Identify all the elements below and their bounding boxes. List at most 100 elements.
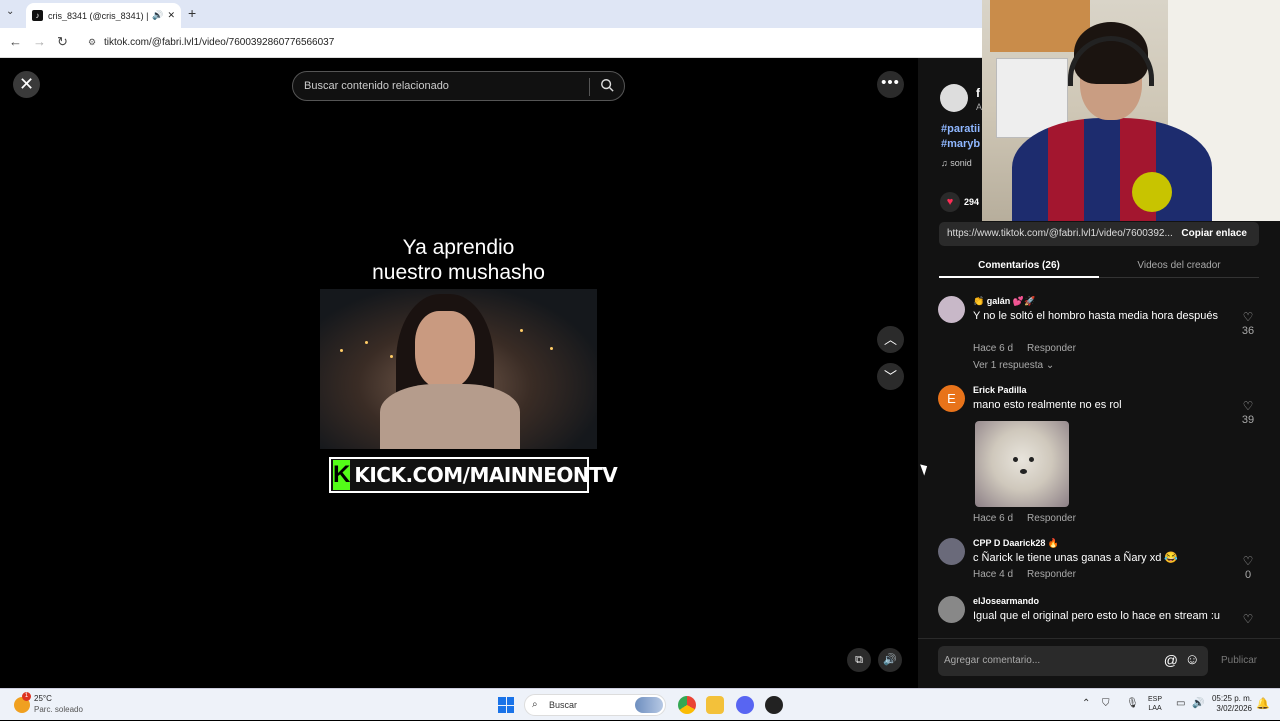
comment-item: CPP D Daarick28 🔥 c Ñarick le tiene unas…: [938, 538, 1258, 588]
volume-icon[interactable]: 🔊: [878, 648, 902, 672]
heart-outline-icon[interactable]: ♡: [1243, 399, 1254, 413]
comment-like-count: 36: [1241, 325, 1255, 337]
tab-list-icon[interactable]: ⌄: [6, 6, 14, 17]
comment-like[interactable]: ♡ 39: [1238, 399, 1258, 426]
hashtag-2[interactable]: #maryb: [941, 138, 980, 150]
url-text: tiktok.com/@fabri.lvl1/video/76003928607…: [104, 37, 335, 48]
comment-time: Hace 6 d: [973, 343, 1014, 354]
comment-meta: Hace 6 d Responder: [973, 513, 1076, 524]
comment-like[interactable]: ♡: [1238, 612, 1258, 626]
caption-line-1: Ya aprendio: [402, 236, 515, 259]
browser-tab-bar: ⌄ ♪ cris_8341 (@cris_8341) | Tik 🔊 ✕ +: [0, 0, 982, 28]
comment-like-count: 0: [1244, 569, 1252, 581]
avatar[interactable]: [938, 538, 965, 565]
reply-button[interactable]: Responder: [1027, 569, 1076, 580]
comment-meta: Hace 6 d Responder: [973, 343, 1076, 354]
share-link-text: https://www.tiktok.com/@fabri.lvl1/video…: [947, 228, 1173, 239]
emoji-icon[interactable]: ☺: [1185, 651, 1200, 668]
more-options-button[interactable]: •••: [877, 71, 904, 98]
clock[interactable]: 05:25 p. m. 3/02/2026: [1210, 694, 1252, 714]
caption-line-2: nuestro mushasho: [372, 261, 545, 284]
tab-title: cris_8341 (@cris_8341) | Tik: [48, 10, 149, 21]
comment-text: c Ñarick le tiene unas ganas a Ñary xd 😂: [973, 552, 1179, 564]
author-name[interactable]: f: [976, 86, 980, 100]
kick-banner: K KICK.COM/MAINNEONTV: [329, 457, 618, 493]
language-indicator[interactable]: ESP LAA: [1148, 695, 1162, 713]
comment-text: mano esto realmente no es rol: [973, 399, 1122, 411]
reload-icon[interactable]: ↻: [57, 34, 68, 50]
publish-button[interactable]: Publicar: [1221, 655, 1257, 666]
comment-like[interactable]: ♡ 36: [1238, 310, 1258, 337]
windows-start-icon[interactable]: [498, 697, 514, 713]
author-avatar[interactable]: [940, 84, 968, 112]
notification-badge: 1: [22, 692, 31, 701]
related-search-input[interactable]: Buscar contenido relacionado: [292, 71, 625, 101]
previous-video-button[interactable]: ︿: [877, 326, 904, 353]
chevron-up-icon[interactable]: ⌃: [1082, 698, 1090, 709]
browser-tab[interactable]: ♪ cris_8341 (@cris_8341) | Tik 🔊 ✕: [26, 3, 181, 28]
search-icon: ⌕: [532, 699, 538, 710]
reply-button[interactable]: Responder: [1027, 343, 1076, 354]
new-tab-button[interactable]: +: [188, 5, 196, 21]
weather-desc: Parc. soleado: [34, 705, 83, 714]
video-scene-image: [320, 289, 597, 449]
volume-icon[interactable]: 🔊: [1192, 698, 1204, 709]
comment-composer: Agregar comentario... @ ☺ Publicar: [918, 638, 1280, 688]
next-video-button[interactable]: ﹀: [877, 363, 904, 390]
url-field[interactable]: ⚙ tiktok.com/@fabri.lvl1/video/760039286…: [84, 32, 964, 54]
comment-placeholder: Agregar comentario...: [944, 655, 1041, 666]
comment-item: elJosearmando Igual que el original pero…: [938, 596, 1258, 630]
back-icon[interactable]: ←: [9, 34, 22, 49]
sound-link[interactable]: ♫ sonid: [941, 158, 972, 168]
close-tab-icon[interactable]: ✕: [167, 10, 175, 21]
reply-button[interactable]: Responder: [1027, 513, 1076, 524]
close-video-button[interactable]: ✕: [13, 71, 40, 98]
mention-icon[interactable]: @: [1164, 652, 1178, 668]
comment-item: E Erick Padilla mano esto realmente no e…: [938, 385, 1258, 525]
comment-input[interactable]: Agregar comentario... @ ☺: [938, 646, 1208, 676]
comment-username[interactable]: Erick Padilla: [973, 385, 1027, 395]
sound-label: sonid: [950, 158, 972, 168]
forward-icon[interactable]: →: [33, 34, 46, 49]
like-heart-icon[interactable]: ♥: [940, 192, 960, 212]
comment-list: 👏 galán 💕🚀 Y no le soltó el hombro hasta…: [918, 290, 1280, 630]
comment-text: Igual que el original pero esto lo hace …: [973, 610, 1221, 622]
tab-creator-videos[interactable]: Videos del creador: [1099, 256, 1259, 271]
discord-icon[interactable]: [736, 696, 754, 714]
microphone-icon[interactable]: 🎙: [1126, 698, 1139, 709]
search-icon[interactable]: [600, 78, 614, 92]
chrome-icon[interactable]: [678, 696, 696, 714]
tab-comments[interactable]: Comentarios (26): [939, 256, 1099, 278]
network-icon[interactable]: ▭: [1176, 698, 1185, 709]
security-icon[interactable]: ⛉: [1102, 698, 1110, 709]
address-bar-row: ← → ↻ ⚙ tiktok.com/@fabri.lvl1/video/760…: [0, 28, 982, 58]
comment-username[interactable]: CPP D Daarick28 🔥: [973, 538, 1059, 549]
comment-username[interactable]: elJosearmando: [973, 596, 1039, 606]
avatar[interactable]: E: [938, 385, 965, 412]
obs-icon[interactable]: [765, 696, 783, 714]
heart-outline-icon[interactable]: ♡: [1243, 554, 1254, 568]
heart-outline-icon[interactable]: ♡: [1243, 612, 1254, 626]
comment-text: Y no le soltó el hombro hasta media hora…: [973, 310, 1219, 322]
hashtag-1[interactable]: #paratii: [941, 123, 980, 135]
copy-link-button[interactable]: Copiar enlace: [1181, 228, 1247, 239]
tiktok-favicon-icon: ♪: [32, 10, 43, 21]
webcam-overlay: [982, 0, 1280, 221]
notifications-icon[interactable]: 🔔: [1256, 697, 1270, 710]
comment-time: Hace 4 d: [973, 569, 1014, 580]
avatar[interactable]: [938, 596, 965, 623]
taskbar-search[interactable]: ⌕ Buscar: [524, 694, 666, 716]
share-link-box: https://www.tiktok.com/@fabri.lvl1/video…: [939, 222, 1259, 246]
video-player[interactable]: Ya aprendio nuestro mushasho K KICK.COM/…: [320, 103, 618, 688]
heart-outline-icon[interactable]: ♡: [1243, 310, 1254, 324]
comment-image[interactable]: [975, 421, 1069, 507]
comment-item: 👏 galán 💕🚀 Y no le soltó el hombro hasta…: [938, 296, 1258, 376]
audio-playing-icon[interactable]: 🔊: [152, 10, 163, 21]
avatar[interactable]: [938, 296, 965, 323]
picture-in-picture-icon[interactable]: ⧉: [847, 648, 871, 672]
site-info-icon[interactable]: ⚙: [88, 37, 96, 48]
view-replies-button[interactable]: Ver 1 respuesta ⌄: [973, 360, 1054, 371]
file-explorer-icon[interactable]: [706, 696, 724, 714]
comment-username[interactable]: 👏 galán 💕🚀: [973, 296, 1035, 307]
comment-like[interactable]: ♡ 0: [1238, 554, 1258, 581]
